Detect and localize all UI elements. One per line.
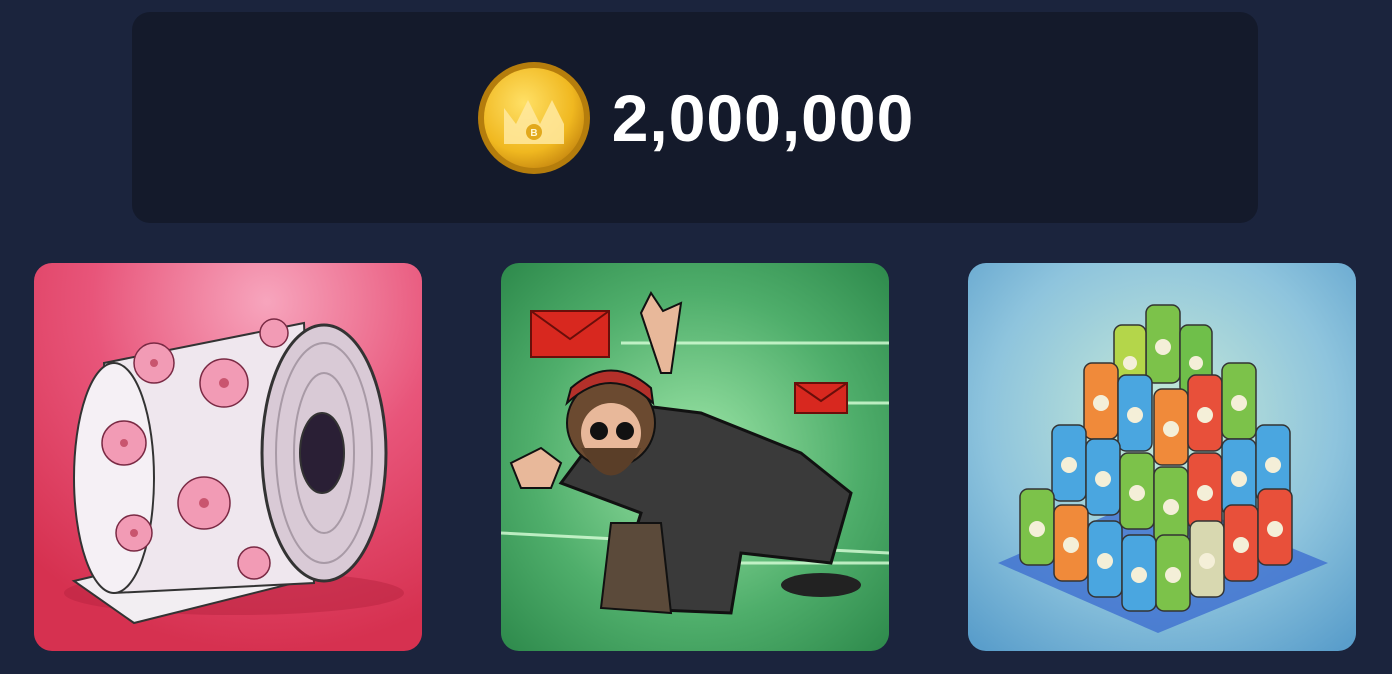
hacker-dodging-envelopes-icon	[501, 263, 889, 651]
toilet-paper-icon	[34, 263, 422, 651]
reward-banner: B 2,000,000	[132, 12, 1258, 223]
card-toilet-paper[interactable]	[34, 263, 422, 651]
card-hacker[interactable]	[501, 263, 889, 651]
crown-coin-icon: B	[477, 61, 590, 174]
can-pyramid-icon	[968, 263, 1356, 651]
reward-amount: 2,000,000	[611, 80, 915, 155]
card-cans[interactable]	[968, 263, 1356, 651]
svg-text:B: B	[530, 128, 537, 139]
